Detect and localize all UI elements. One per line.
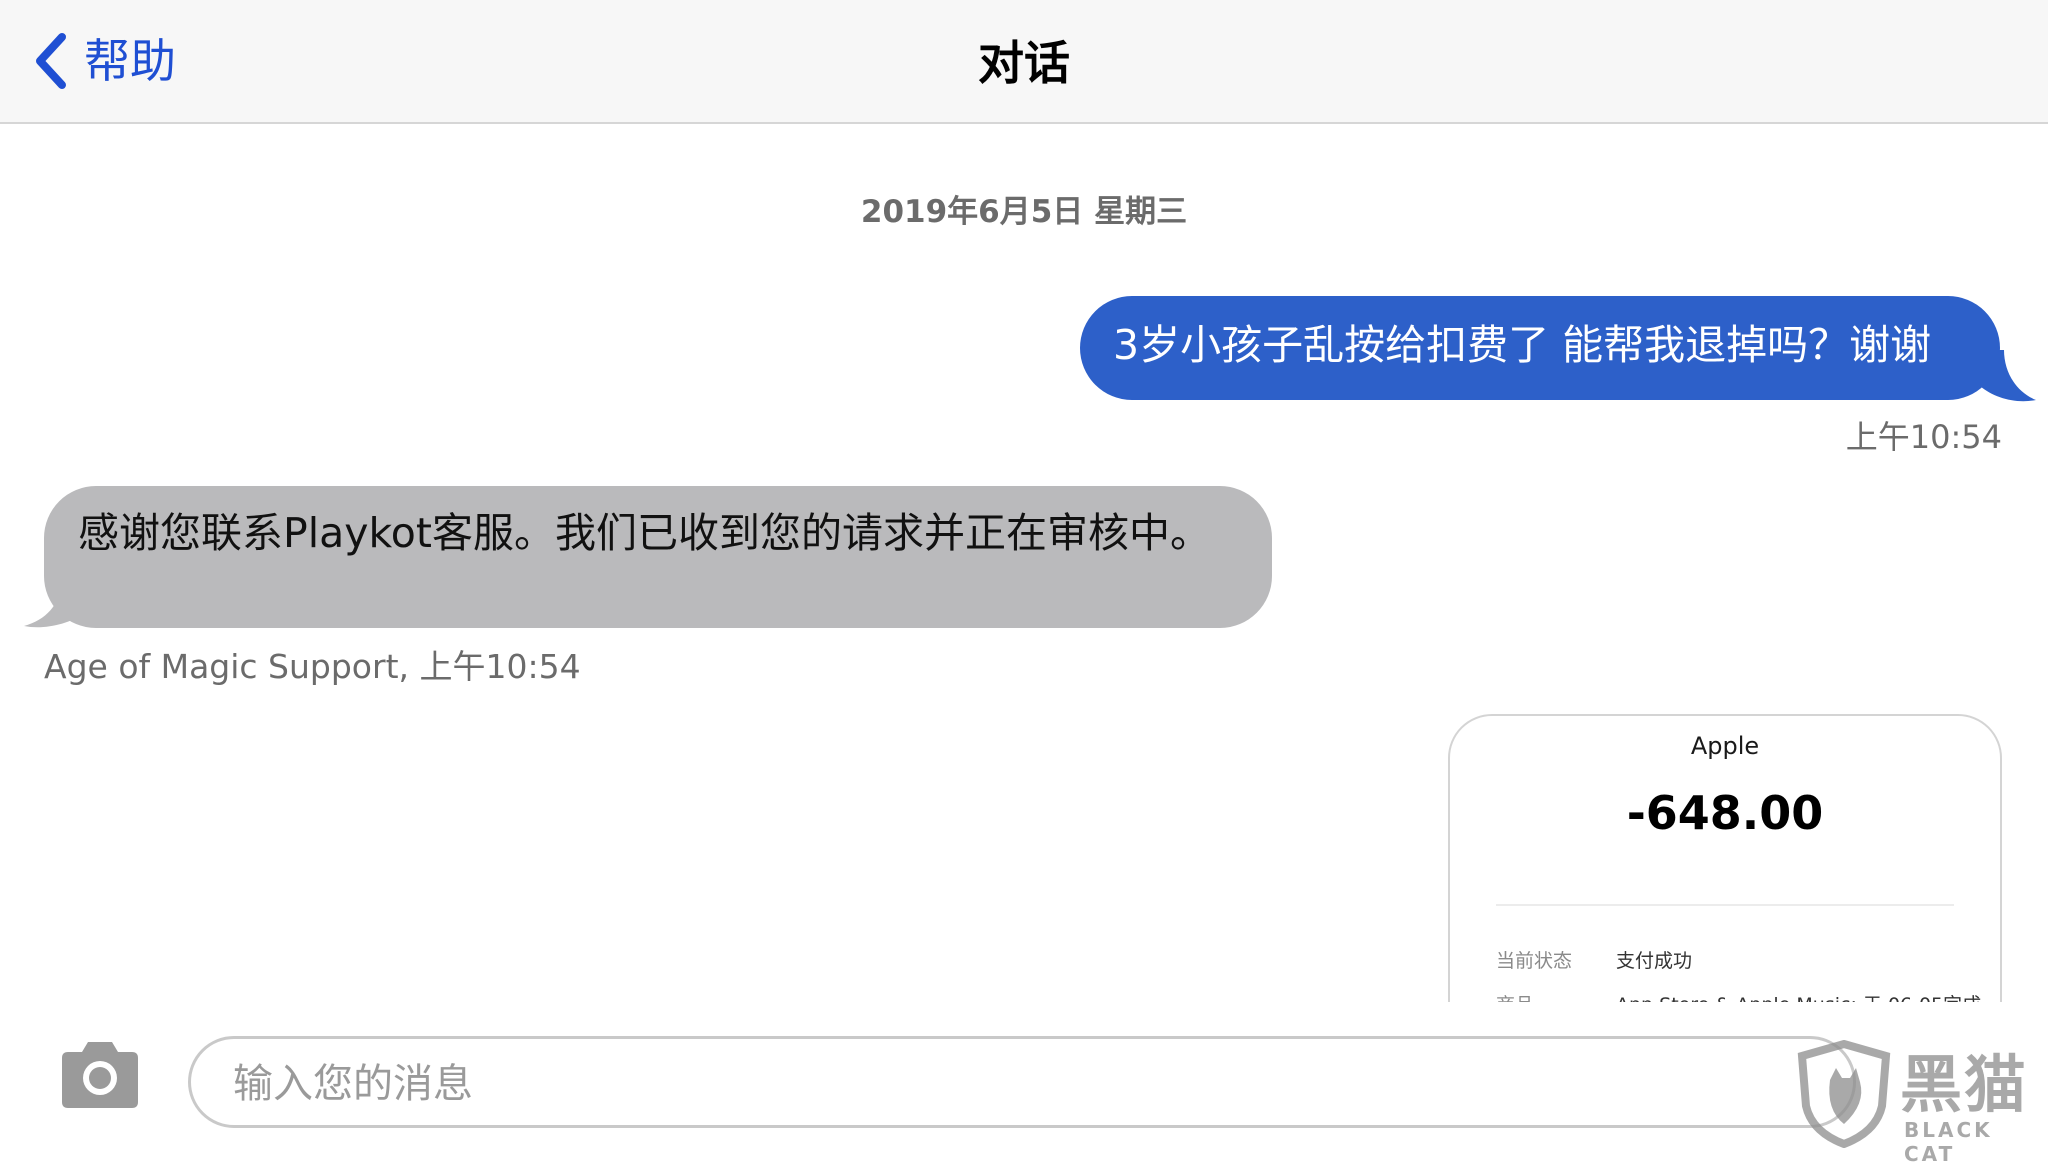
receipt-image-attachment[interactable]: Apple -648.00 当前状态 支付成功 商品App Store & App… [1446,712,2004,1002]
outgoing-message-bubble[interactable]: 3岁小孩子乱按给扣费了 能帮我退掉吗？谢谢 [1080,296,2000,400]
navigation-bar: 帮助 对话 [0,0,2048,124]
receipt-divider [1496,904,1954,906]
black-cat-watermark: 黑猫 BLACK CAT [1796,1040,2040,1166]
receipt-merchant: Apple [1690,732,1760,760]
page-title: 对话 [978,36,1070,90]
receipt-row-status: 当前状态 支付成功 [1496,946,1692,973]
incoming-message-text: 感谢您联系Playkot客服。我们已收到您的请求并正在审核中。 [78,509,1211,557]
incoming-message-bubble[interactable]: 感谢您联系Playkot客服。我们已收到您的请求并正在审核中。 [44,486,1272,628]
message-input[interactable]: 输入您的消息 [188,1036,1856,1128]
outgoing-bubble-tail [1980,350,2036,402]
camera-icon[interactable] [56,1040,144,1110]
shield-cat-logo-icon [1797,1040,1891,1148]
receipt-row-product: 商品App Store & Apple Music: 于 06-05完成 [1496,990,1981,1002]
receipt-card: Apple -648.00 当前状态 支付成功 商品App Store & App… [1448,714,2002,1002]
receipt-row-value: 支付成功 [1616,950,1693,972]
outgoing-message-text: 3岁小孩子乱按给扣费了 能帮我退掉吗？谢谢 [1113,321,1932,369]
receipt-row-label: 商品 [1496,990,1616,1002]
incoming-bubble-tail [24,586,84,628]
date-separator: 2019年6月5日 星期三 [860,194,1188,230]
receipt-row-label: 当前状态 [1496,950,1573,972]
receipt-amount: -648.00 [1626,786,1824,840]
message-timestamp: 上午10:54 [1845,418,2002,456]
sender-name-and-time: Age of Magic Support, 上午10:54 [44,647,581,686]
message-input-placeholder: 输入您的消息 [233,1061,473,1107]
receipt-row-value: App Store & Apple Music: 于 06-05完成 [1616,994,1981,1002]
watermark-text-en: BLACK CAT [1904,1118,1993,1166]
watermark-text-cn: 黑猫 [1900,1048,2029,1121]
